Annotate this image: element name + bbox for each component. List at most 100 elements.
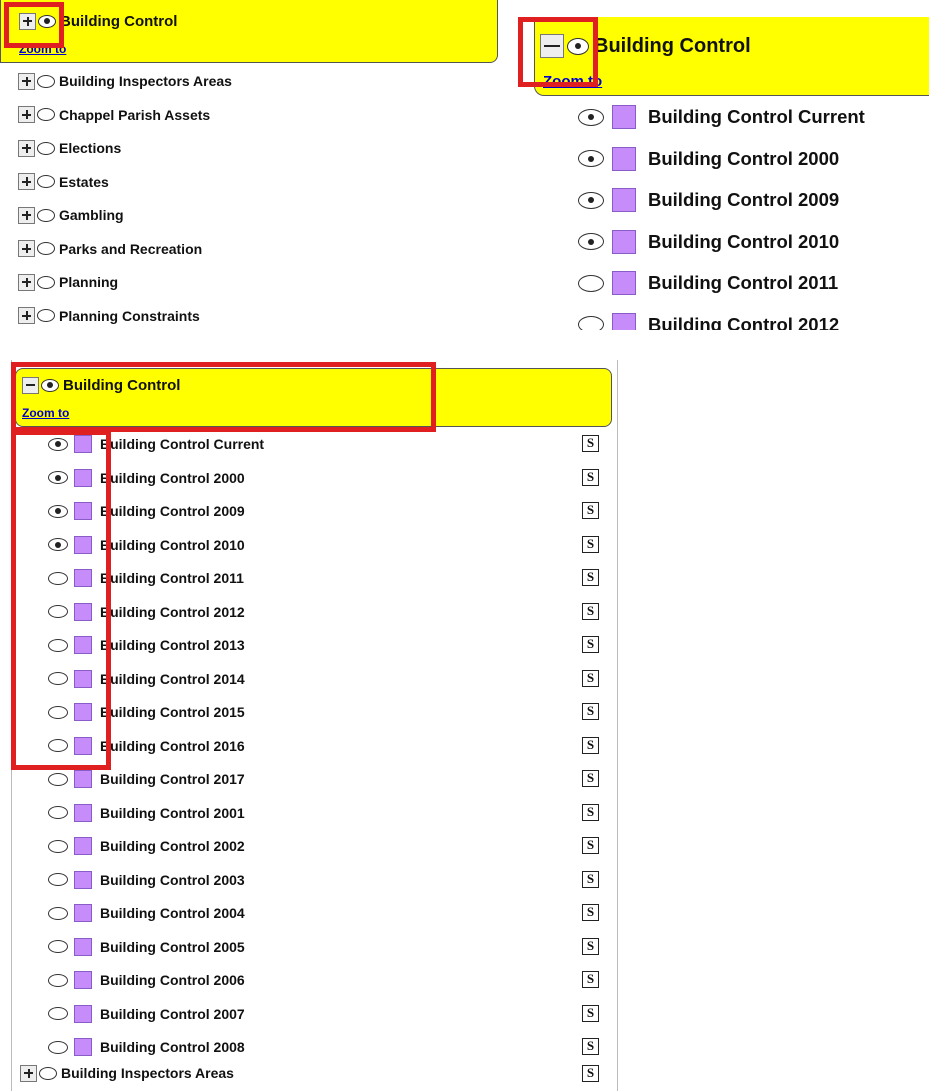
layer-label: Building Control 2009 [648,189,840,210]
layer-row[interactable]: Building Control 2003 [48,869,245,891]
style-button[interactable]: S [582,435,599,452]
style-button[interactable]: S [582,468,599,486]
style-button[interactable]: S [582,736,599,754]
list-item[interactable]: Building Inspectors Areas [18,70,232,92]
visibility-eye-icon[interactable] [48,1040,68,1054]
list-item[interactable]: Parks and Recreation [18,238,202,260]
visibility-eye-icon[interactable] [37,74,55,88]
expand-toggle-icon[interactable] [18,106,35,123]
layer-row[interactable]: Building Control 2004 [48,902,245,924]
visibility-eye-icon[interactable] [37,141,55,155]
list-item[interactable]: Estates [18,171,109,193]
layer-row[interactable]: Building Control 2002 [48,835,245,857]
style-button[interactable]: S [582,971,599,988]
style-button[interactable]: S [582,703,599,720]
style-button[interactable]: S [582,502,599,519]
layer-swatch [612,188,636,212]
list-item[interactable]: Elections [18,137,121,159]
layer-label: Building Control 2007 [100,1005,245,1022]
list-item[interactable]: Planning [18,271,118,293]
layer-tree-panel-collapsed: Building Control Zoom to Building Inspec… [0,0,515,330]
visibility-eye-icon[interactable] [37,309,55,322]
expand-toggle-icon[interactable] [18,307,35,324]
style-button[interactable]: S [582,803,599,821]
group-label: Building Inspectors Areas [59,73,232,89]
visibility-eye-icon[interactable] [48,1007,68,1020]
layer-row[interactable]: Building Control 2001 [48,802,245,824]
layer-row[interactable]: Building Control Current [578,104,865,130]
expand-toggle-icon[interactable] [18,72,35,90]
visibility-eye-icon[interactable] [48,973,68,987]
layer-row[interactable]: Building Control 2005 [48,936,245,958]
layer-label: Building Control 2017 [100,771,245,787]
visibility-eye-icon[interactable] [578,274,604,292]
layer-label: Building Control 2015 [100,704,245,720]
layer-label: Building Control 2012 [100,603,245,620]
layer-label: Building Control 2016 [100,737,245,754]
expand-toggle-icon[interactable] [18,273,35,291]
style-button[interactable]: S [582,636,599,653]
layer-row[interactable]: Building Control 2012 [578,312,840,331]
expand-toggle-icon[interactable] [20,1064,37,1082]
visibility-eye-icon[interactable] [37,108,55,121]
layer-swatch [612,105,636,129]
layer-swatch [74,770,92,788]
layer-label: Building Control 2005 [100,938,245,955]
list-item[interactable]: Chappel Parish Assets [18,104,210,126]
list-item[interactable]: Gambling [18,204,124,226]
style-button[interactable]: S [582,535,599,553]
visibility-eye-icon[interactable] [37,275,55,289]
expand-toggle-icon[interactable] [18,139,35,157]
layer-swatch [612,312,636,330]
layer-row[interactable]: Building Control 2011 [578,270,838,296]
style-button[interactable]: S [582,904,599,921]
highlight-box [11,430,111,770]
style-button[interactable]: S [582,770,599,787]
layer-row[interactable]: Building Control 2017 [48,768,245,790]
visibility-eye-icon[interactable] [48,940,68,953]
layer-label: Building Control 2010 [100,536,245,553]
layer-row[interactable]: Building Control 2010 [578,229,839,255]
style-button[interactable]: S [582,1065,599,1082]
layer-label: Building Control 2003 [100,871,245,888]
layer-row[interactable]: Building Control 2009 [578,187,839,213]
group-label: Building Inspectors Areas [61,1065,234,1081]
visibility-eye-icon[interactable] [48,806,68,819]
style-button[interactable]: S [582,937,599,955]
visibility-eye-icon[interactable] [578,233,604,250]
group-label: Estates [59,173,109,190]
visibility-eye-icon[interactable] [39,1066,57,1080]
layer-row[interactable]: Building Control 2007 [48,1003,245,1025]
style-button[interactable]: S [582,870,599,888]
expand-toggle-icon[interactable] [18,206,35,224]
style-button[interactable]: S [582,1038,599,1055]
visibility-eye-icon[interactable] [578,108,604,126]
list-item[interactable]: Building Inspectors Areas [20,1061,234,1085]
group-title: Building Control [594,34,751,57]
layer-row[interactable]: Building Control 2000 [578,146,839,172]
visibility-eye-icon[interactable] [37,175,55,188]
visibility-eye-icon[interactable] [48,839,68,853]
visibility-eye-icon[interactable] [578,316,604,330]
visibility-eye-icon[interactable] [37,208,55,222]
expand-toggle-icon[interactable] [18,173,35,190]
style-button[interactable]: S [582,569,599,586]
style-button[interactable]: S [582,837,599,854]
visibility-eye-icon[interactable] [37,242,55,255]
list-item[interactable]: Planning Constraints [18,305,200,327]
layer-swatch [74,971,92,989]
visibility-eye-icon[interactable] [48,772,68,786]
style-button[interactable]: S [582,669,599,687]
visibility-eye-icon[interactable] [48,906,68,920]
visibility-eye-icon[interactable] [48,873,68,886]
style-button[interactable]: S [582,602,599,620]
layer-row[interactable]: Building Control 2008 [48,1036,245,1058]
visibility-eye-icon[interactable] [578,150,604,167]
layer-row[interactable]: Building Control 2006 [48,969,245,991]
expand-toggle-icon[interactable] [18,240,35,257]
highlight-box [518,17,598,87]
style-button[interactable]: S [582,1004,599,1022]
visibility-eye-icon[interactable] [578,191,604,209]
layer-label: Building Control 2000 [100,469,245,486]
layer-label: Building Control 2012 [648,313,840,331]
